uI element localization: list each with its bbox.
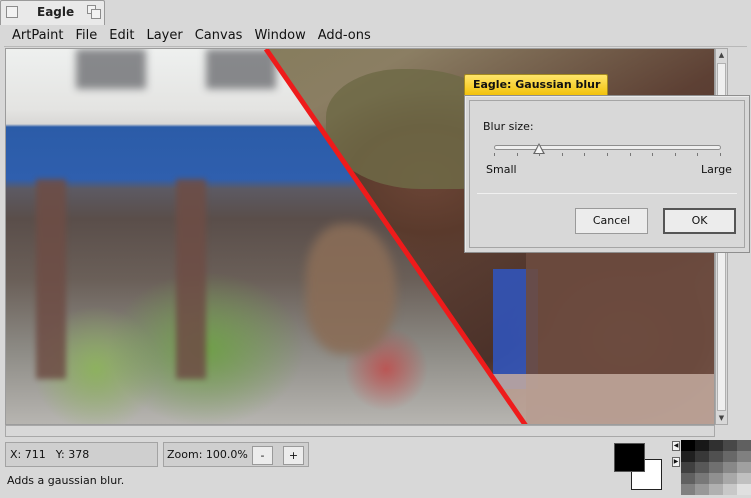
slider-tick <box>584 153 585 156</box>
palette-swatch[interactable] <box>737 462 751 473</box>
blur-size-label: Blur size: <box>483 120 534 133</box>
palette-down-icon[interactable]: ▶ <box>672 457 680 467</box>
palette-swatch[interactable] <box>695 451 709 462</box>
x-coordinate: X: 711 <box>10 448 46 461</box>
palette-swatch[interactable] <box>737 473 751 484</box>
menu-add-ons[interactable]: Add-ons <box>314 28 379 43</box>
slider-tick <box>697 153 698 156</box>
zoom-level: Zoom: 100.0% <box>167 448 248 461</box>
menu-window[interactable]: Window <box>250 28 313 43</box>
app-window: Eagle ArtPaint File Edit Layer Canvas Wi… <box>0 0 751 498</box>
coordinates-panel: X: 711 Y: 378 <box>5 442 158 467</box>
slider-min-label: Small <box>486 163 517 176</box>
palette-swatch[interactable] <box>681 473 695 484</box>
scroll-down-icon[interactable]: ▼ <box>717 413 726 423</box>
window-title: Eagle <box>37 5 75 19</box>
palette-swatch[interactable] <box>695 440 709 451</box>
slider-tick <box>607 153 608 156</box>
palette-swatch[interactable] <box>723 451 737 462</box>
dialog-title[interactable]: Eagle: Gaussian blur <box>464 74 608 95</box>
palette-swatch[interactable] <box>695 462 709 473</box>
zoom-panel: Zoom: 100.0% - + <box>163 442 309 467</box>
titlebar: Eagle <box>0 0 751 25</box>
palette-swatch[interactable] <box>681 462 695 473</box>
menu-layer[interactable]: Layer <box>142 28 190 43</box>
slider-tick <box>517 153 518 156</box>
palette-swatch[interactable] <box>723 440 737 451</box>
palette-up-icon[interactable]: ◀ <box>672 441 680 451</box>
color-palette[interactable] <box>681 440 751 498</box>
palette-swatch[interactable] <box>737 440 751 451</box>
dialog-separator <box>477 193 737 194</box>
zoom-in-button[interactable]: + <box>283 446 304 465</box>
palette-scroll: ◀ ▶ <box>672 441 680 471</box>
palette-swatch[interactable] <box>709 484 723 495</box>
slider-tick <box>630 153 631 156</box>
palette-swatch[interactable] <box>681 440 695 451</box>
menu-canvas[interactable]: Canvas <box>191 28 251 43</box>
menu-file[interactable]: File <box>72 28 106 43</box>
menu-artpaint[interactable]: ArtPaint <box>8 28 72 43</box>
close-icon[interactable] <box>6 6 18 18</box>
palette-swatch[interactable] <box>709 440 723 451</box>
blur-size-slider[interactable] <box>494 145 721 150</box>
palette-swatch[interactable] <box>681 451 695 462</box>
palette-swatch[interactable] <box>695 473 709 484</box>
slider-tick <box>494 153 495 156</box>
slider-tick <box>675 153 676 156</box>
palette-swatch[interactable] <box>695 484 709 495</box>
zoom-out-button[interactable]: - <box>252 446 273 465</box>
menu-edit[interactable]: Edit <box>105 28 142 43</box>
slider-tick <box>720 153 721 156</box>
palette-swatch[interactable] <box>737 484 751 495</box>
palette-swatch[interactable] <box>723 462 737 473</box>
horizontal-scrollbar[interactable] <box>5 425 715 437</box>
scroll-up-icon[interactable]: ▲ <box>717 50 726 60</box>
window-tab[interactable]: Eagle <box>0 0 105 25</box>
palette-swatch[interactable] <box>709 462 723 473</box>
foreground-color-swatch[interactable] <box>614 443 645 472</box>
palette-swatch[interactable] <box>723 484 737 495</box>
palette-swatch[interactable] <box>709 473 723 484</box>
y-coordinate: Y: 378 <box>55 448 90 461</box>
status-message: Adds a gaussian blur. <box>7 474 125 487</box>
cancel-button[interactable]: Cancel <box>575 208 648 234</box>
palette-swatch[interactable] <box>737 451 751 462</box>
palette-swatch[interactable] <box>723 473 737 484</box>
slider-ticks <box>494 153 721 157</box>
slider-tick <box>652 153 653 156</box>
slider-tick <box>562 153 563 156</box>
ok-button[interactable]: OK <box>663 208 736 234</box>
slider-max-label: Large <box>701 163 732 176</box>
slider-tick <box>539 153 540 156</box>
gaussian-blur-dialog: Blur size: Small Large Cancel OK <box>464 95 750 253</box>
palette-swatch[interactable] <box>709 451 723 462</box>
palette-swatch[interactable] <box>681 484 695 495</box>
menu-bar: ArtPaint File Edit Layer Canvas Window A… <box>4 25 747 47</box>
zoom-window-icon[interactable] <box>87 5 101 19</box>
